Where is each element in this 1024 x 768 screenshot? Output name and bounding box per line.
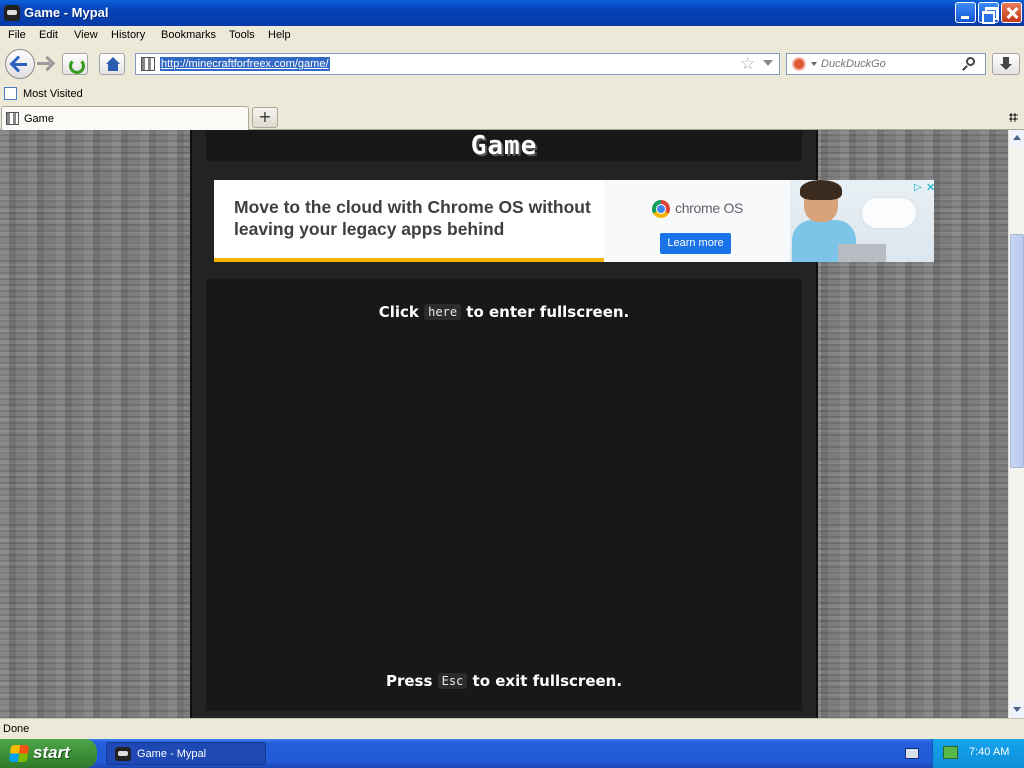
status-bar: Done: [0, 718, 1024, 739]
learn-more-button[interactable]: Learn more: [660, 233, 731, 254]
fullscreen-enter-instruction: Click here to enter fullscreen.: [206, 303, 802, 321]
game-area[interactable]: Click here to enter fullscreen. Press Es…: [206, 279, 802, 711]
ad-close-icon[interactable]: ✕: [926, 181, 935, 194]
new-tab-button[interactable]: +: [252, 107, 278, 128]
laptop-graphic: [838, 244, 886, 262]
title-bar: Game - Mypal: [0, 0, 1024, 26]
scroll-up-icon[interactable]: [1010, 130, 1024, 146]
taskbar-item-label: Game - Mypal: [137, 748, 207, 760]
adchoices-icon[interactable]: ▷: [914, 182, 922, 193]
ad-brand-panel: chrome OS Learn more: [604, 180, 934, 262]
advertisement-banner[interactable]: Move to the cloud with Chrome OS without…: [214, 180, 935, 262]
duckduckgo-engine-icon[interactable]: [792, 57, 806, 71]
page-title: Game: [470, 131, 538, 161]
enter-fullscreen-link[interactable]: here: [424, 304, 462, 320]
ad-photo: [790, 180, 934, 262]
tab-game[interactable]: Game: [1, 106, 249, 130]
search-icon[interactable]: [966, 57, 975, 66]
menu-edit[interactable]: Edit: [39, 29, 58, 41]
mypal-app-icon: [4, 5, 20, 21]
start-label: start: [33, 743, 70, 762]
ad-brand: chrome OS: [675, 200, 744, 216]
tab-list-icon[interactable]: [1009, 113, 1018, 122]
page-viewport: Game Move to the cloud with Chrome OS wi…: [0, 130, 1008, 718]
clock[interactable]: 7:40 AM: [969, 746, 1009, 758]
menu-bookmarks[interactable]: Bookmarks: [161, 29, 216, 41]
home-button[interactable]: [99, 53, 125, 75]
menu-tools[interactable]: Tools: [229, 29, 255, 41]
menu-file[interactable]: File: [8, 29, 26, 41]
search-input[interactable]: [821, 56, 961, 72]
system-tray: 7:40 AM: [932, 739, 1024, 768]
most-visited-bookmark[interactable]: Most Visited: [23, 88, 83, 100]
site-favicon-icon: [141, 57, 155, 71]
ad-headline[interactable]: Move to the cloud with Chrome OS without…: [234, 196, 599, 240]
enter-suffix: to enter fullscreen.: [466, 303, 630, 321]
tab-strip: Game +: [0, 104, 1024, 130]
downloads-button[interactable]: [992, 53, 1020, 75]
reload-button[interactable]: [62, 53, 88, 75]
page-header: Game: [206, 130, 802, 161]
bookmarks-toolbar: Most Visited: [0, 84, 1024, 104]
restore-button[interactable]: [978, 2, 999, 24]
scroll-thumb[interactable]: [1010, 234, 1024, 468]
enter-prefix: Click: [378, 303, 419, 321]
tab-favicon-icon: [6, 112, 19, 125]
minimize-button[interactable]: [955, 2, 976, 23]
chrome-logo-icon: [652, 200, 670, 218]
url-history-dropdown-icon[interactable]: [763, 60, 773, 66]
mypal-taskbar-icon: [115, 747, 131, 761]
scroll-down-icon[interactable]: [1010, 702, 1024, 718]
tab-label: Game: [24, 113, 54, 125]
forward-button[interactable]: [36, 54, 56, 74]
ad-text-panel: Move to the cloud with Chrome OS without…: [214, 180, 604, 262]
status-text: Done: [3, 723, 30, 735]
navigation-toolbar: http://minecraftforfreex.com/game/ ☆: [0, 46, 1024, 84]
most-visited-icon: [4, 87, 17, 100]
url-text[interactable]: http://minecraftforfreex.com/game/: [160, 57, 330, 71]
start-button[interactable]: start: [0, 739, 97, 768]
exit-suffix: to exit fullscreen.: [472, 672, 623, 690]
exit-prefix: Press: [385, 672, 433, 690]
menu-view[interactable]: View: [74, 29, 98, 41]
keyboard-icon[interactable]: [905, 748, 919, 759]
network-icon[interactable]: [943, 746, 958, 759]
menu-bar: File Edit View History Bookmarks Tools H…: [0, 26, 1024, 46]
menu-history[interactable]: History: [111, 29, 145, 41]
menu-help[interactable]: Help: [268, 29, 291, 41]
cloud-graphic: [862, 198, 916, 228]
taskbar-item-mypal[interactable]: Game - Mypal: [106, 742, 266, 765]
back-button[interactable]: [5, 49, 35, 79]
windows-flag-icon: [8, 745, 30, 762]
fullscreen-exit-instruction: Press Esc to exit fullscreen.: [206, 672, 802, 690]
bookmark-star-icon[interactable]: ☆: [740, 54, 755, 74]
close-button[interactable]: [1001, 2, 1022, 23]
url-bar[interactable]: http://minecraftforfreex.com/game/ ☆: [135, 53, 780, 75]
window-title: Game - Mypal: [24, 5, 109, 20]
person-hair: [800, 180, 842, 200]
engine-dropdown-icon[interactable]: [811, 62, 817, 66]
vertical-scrollbar[interactable]: [1008, 130, 1024, 718]
search-bar[interactable]: [786, 53, 986, 75]
esc-key: Esc: [437, 673, 468, 689]
taskbar: start Game - Mypal 7:40 AM: [0, 739, 1024, 768]
